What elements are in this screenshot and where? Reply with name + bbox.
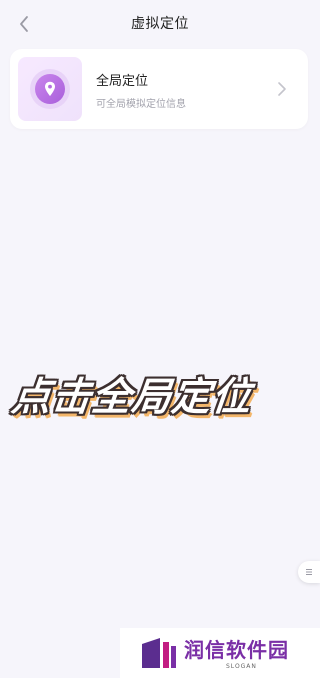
location-icon-circle (35, 74, 65, 104)
watermark-logo (142, 638, 176, 668)
card-subtitle: 可全局模拟定位信息 (96, 99, 186, 110)
watermark-slogan: SLOGAN (226, 663, 257, 670)
global-location-card[interactable]: 全局定位 可全局模拟定位信息 (10, 49, 308, 129)
page-title: 虚拟定位 (131, 16, 189, 32)
watermark-name: 润信软件园 (184, 638, 289, 662)
card-title: 全局定位 (96, 74, 149, 89)
location-pin-icon (45, 81, 55, 96)
watermark: 润信软件园 SLOGAN (120, 628, 320, 678)
location-icon-halo (30, 69, 70, 109)
header-bar: 虚拟定位 (0, 0, 320, 46)
chevron-right-icon (278, 82, 286, 96)
location-icon-box (18, 57, 82, 121)
floating-menu-handle[interactable] (298, 561, 320, 583)
menu-lines-icon (306, 569, 312, 575)
instruction-overlay-text: 点击全局定位 (9, 375, 255, 420)
